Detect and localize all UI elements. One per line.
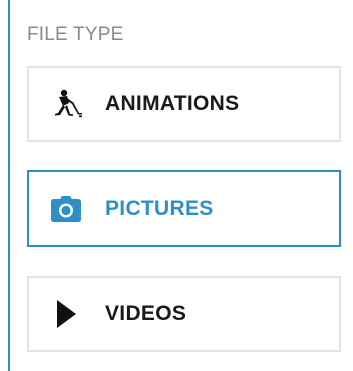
panel-left-border bbox=[8, 0, 10, 371]
option-label-animations: ANIMATIONS bbox=[105, 92, 240, 115]
option-label-pictures: PICTURES bbox=[105, 196, 214, 220]
option-label-videos: VIDEOS bbox=[105, 302, 187, 325]
camera-icon bbox=[49, 192, 83, 226]
section-title: FILE TYPE bbox=[27, 24, 124, 45]
file-type-option-pictures[interactable]: PICTURES bbox=[27, 170, 341, 247]
play-icon bbox=[49, 297, 83, 331]
hockey-player-icon bbox=[49, 87, 83, 121]
file-type-filter-panel: FILE TYPE ANIMATIONS PICTURES VIDEOS bbox=[0, 0, 353, 371]
file-type-option-videos[interactable]: VIDEOS bbox=[27, 276, 341, 352]
file-type-option-animations[interactable]: ANIMATIONS bbox=[27, 66, 341, 142]
